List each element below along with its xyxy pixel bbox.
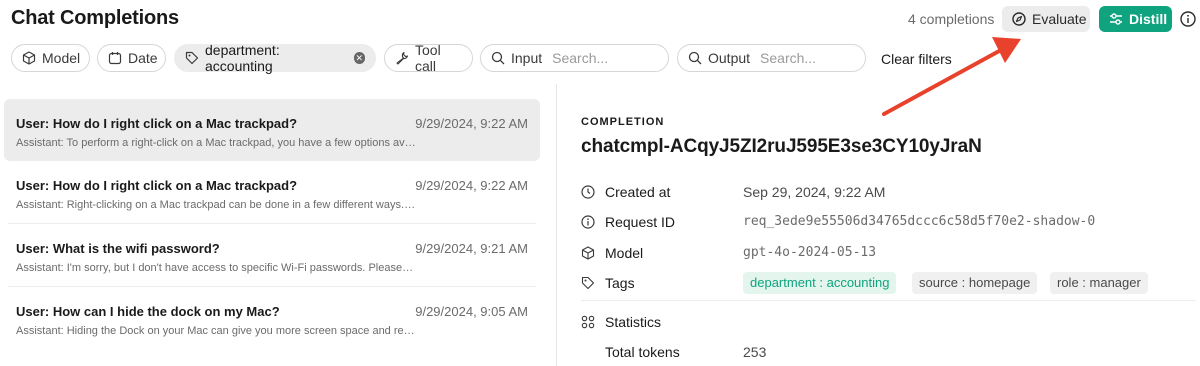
tag-chip[interactable]: department : accounting: [743, 272, 897, 294]
request-id-value[interactable]: req_3ede9e55506d34765dccc6c58d5f70e2-sha…: [743, 214, 1095, 229]
tool-call-filter-label: Tool call: [415, 42, 441, 74]
list-item-time: 9/29/2024, 9:05 AM: [415, 304, 528, 319]
list-item-question: User: How can I hide the dock on my Mac?: [16, 304, 280, 319]
clock-icon: [581, 185, 595, 199]
list-item-time: 9/29/2024, 9:22 AM: [415, 178, 528, 193]
section-label: COMPLETION: [581, 116, 665, 128]
date-filter[interactable]: Date: [97, 44, 166, 72]
list-item-question: User: How do I right click on a Mac trac…: [16, 178, 298, 193]
model-filter[interactable]: Model: [11, 44, 90, 72]
remove-filter-icon[interactable]: ✕: [353, 52, 365, 64]
completion-list: User: How do I right click on a Mac trac…: [4, 99, 540, 349]
request-id-row: Request ID req_3ede9e55506d34765dccc6c58…: [581, 211, 1196, 233]
grid-icon: [581, 315, 595, 329]
list-item-time: 9/29/2024, 9:21 AM: [415, 241, 528, 256]
model-label: Model: [605, 245, 644, 261]
total-tokens-row: Total tokens 253: [581, 341, 1196, 363]
tags-row: Tags department : accounting source : ho…: [581, 272, 1196, 294]
input-search-label: Input: [511, 50, 543, 66]
completion-detail: COMPLETION chatcmpl-ACqyJ5ZI2ruJ595E3se3…: [581, 0, 1196, 366]
list-item-answer: Assistant: Right-clicking on a Mac track…: [16, 199, 416, 211]
tag-chip[interactable]: source : homepage: [912, 272, 1038, 294]
info-icon: [581, 215, 595, 229]
list-item-answer: Assistant: Hiding the Dock on your Mac c…: [16, 325, 416, 337]
tag-icon: [185, 51, 199, 65]
tool-call-filter[interactable]: Tool call: [384, 42, 473, 74]
created-at-value: Sep 29, 2024, 9:22 AM: [743, 184, 886, 200]
completion-id: chatcmpl-ACqyJ5ZI2ruJ595E3se3CY10yJraN: [581, 136, 982, 157]
search-icon: [491, 51, 505, 65]
wrench-icon: [396, 51, 409, 65]
tags-label: Tags: [605, 275, 635, 291]
created-at-row: Created at Sep 29, 2024, 9:22 AM: [581, 181, 1196, 203]
tag-icon: [581, 276, 595, 290]
pane-divider: [556, 84, 557, 366]
statistics-label: Statistics: [605, 314, 662, 330]
list-item-answer: Assistant: To perform a right-click on a…: [16, 137, 416, 149]
calendar-icon: [108, 52, 122, 65]
tag-chip[interactable]: role : manager: [1050, 272, 1148, 294]
request-id-label: Request ID: [605, 214, 676, 230]
statistics-row: Statistics: [581, 311, 1196, 333]
detail-divider: [581, 300, 1196, 301]
cube-icon: [22, 51, 36, 65]
department-filter-label: department: accounting: [205, 42, 280, 74]
list-item[interactable]: User: How do I right click on a Mac trac…: [4, 99, 540, 161]
page-title: Chat Completions: [11, 7, 179, 29]
list-item[interactable]: User: How can I hide the dock on my Mac?…: [4, 287, 540, 349]
total-tokens-value: 253: [743, 344, 767, 360]
list-item-question: User: What is the wifi password?: [16, 241, 220, 256]
created-at-label: Created at: [605, 184, 671, 200]
list-item-answer: Assistant: I'm sorry, but I don't have a…: [16, 262, 416, 274]
department-filter[interactable]: department: accounting ✕: [174, 42, 376, 74]
list-item-time: 9/29/2024, 9:22 AM: [415, 116, 528, 131]
list-item[interactable]: User: How do I right click on a Mac trac…: [4, 161, 540, 223]
model-value: gpt-4o-2024-05-13: [743, 245, 877, 260]
date-filter-label: Date: [128, 50, 158, 66]
total-tokens-label: Total tokens: [605, 344, 680, 360]
cube-icon: [581, 246, 595, 260]
list-item[interactable]: User: What is the wifi password? 9/29/20…: [4, 224, 540, 286]
model-filter-label: Model: [42, 50, 81, 66]
model-row: Model gpt-4o-2024-05-13: [581, 242, 1196, 264]
list-item-question: User: How do I right click on a Mac trac…: [16, 116, 298, 131]
